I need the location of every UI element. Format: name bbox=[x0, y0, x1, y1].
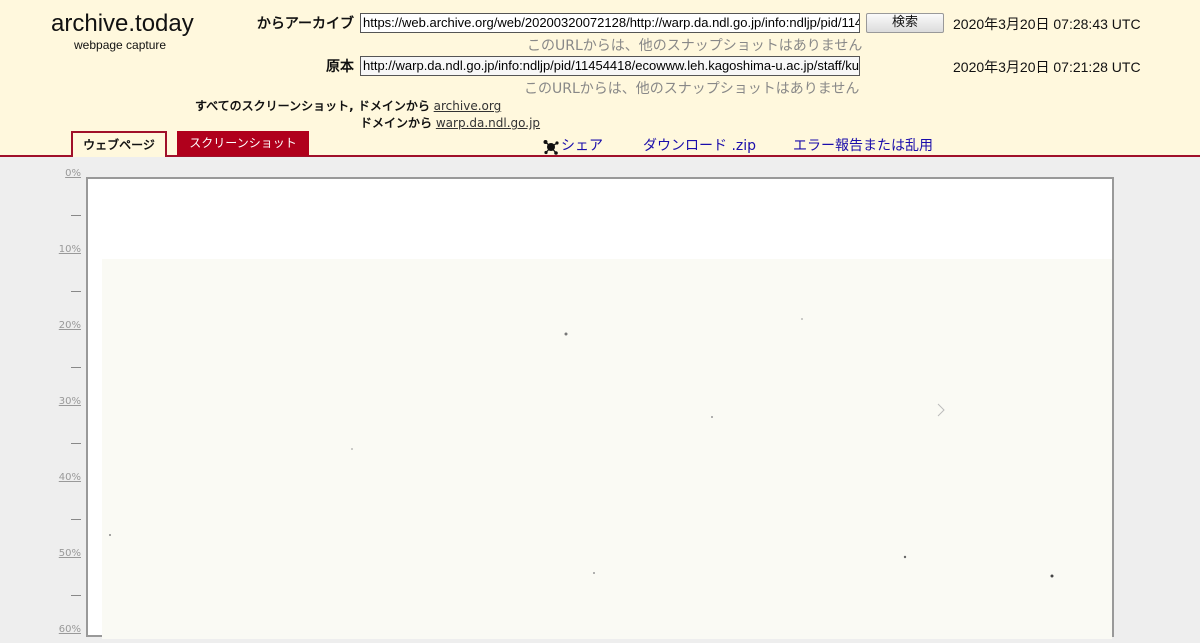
report-error-link[interactable]: エラー報告または乱用 bbox=[793, 135, 933, 155]
download-zip-link[interactable]: ダウンロード .zip bbox=[643, 135, 756, 155]
paper-speckles bbox=[109, 318, 1054, 578]
ruler-mark-10[interactable]: 10% bbox=[59, 244, 81, 255]
ruler-mark-50[interactable]: 50% bbox=[59, 548, 81, 559]
screenshots-domain-line-2: ドメインから warp.da.ndl.go.jp bbox=[360, 114, 540, 131]
original-url-input[interactable]: http://warp.da.ndl.go.jp/info:ndljp/pid/… bbox=[360, 56, 860, 76]
site-tagline: webpage capture bbox=[74, 38, 167, 52]
ruler-tick bbox=[71, 443, 81, 444]
archived-no-snapshots-note: このURLからは、他のスナップショットはありません bbox=[527, 38, 863, 54]
archived-timestamp: 2020年3月20日 07:28:43 UTC bbox=[953, 16, 1141, 32]
archived-url-input[interactable]: https://web.archive.org/web/202003200721… bbox=[360, 13, 860, 33]
ruler-tick bbox=[71, 291, 81, 292]
share-icon[interactable] bbox=[543, 139, 559, 155]
page-ruler: 0% 10% 20% 30% 40% 50% 60% bbox=[0, 157, 86, 635]
screenshots-domain-prefix: すべてのスクリーンショット, ドメインから bbox=[195, 99, 430, 113]
search-button[interactable]: 検索 bbox=[866, 13, 944, 33]
ruler-mark-0[interactable]: 0% bbox=[65, 168, 81, 179]
ruler-mark-40[interactable]: 40% bbox=[59, 472, 81, 483]
site-logo[interactable]: archive.today bbox=[51, 10, 194, 38]
original-timestamp: 2020年3月20日 07:21:28 UTC bbox=[953, 59, 1141, 75]
ruler-mark-30[interactable]: 30% bbox=[59, 396, 81, 407]
ruler-mark-20[interactable]: 20% bbox=[59, 320, 81, 331]
ruler-tick bbox=[71, 215, 81, 216]
original-label: 原本 bbox=[326, 59, 354, 75]
ruler-tick bbox=[71, 519, 81, 520]
archived-from-label: からアーカイブ bbox=[256, 16, 354, 32]
share-link[interactable]: シェア bbox=[561, 135, 603, 155]
screenshots-domain-line: すべてのスクリーンショット, ドメインから archive.org bbox=[195, 97, 501, 114]
ruler-tick bbox=[71, 595, 81, 596]
ruler-tick bbox=[71, 367, 81, 368]
header-bar: archive.today webpage capture からアーカイブ ht… bbox=[0, 0, 1200, 157]
domain-link-archive-org[interactable]: archive.org bbox=[434, 99, 502, 113]
domain-prefix: ドメインから bbox=[360, 116, 433, 130]
domain-link-warp[interactable]: warp.da.ndl.go.jp bbox=[436, 116, 540, 130]
original-no-snapshots-note: このURLからは、他のスナップショットはありません bbox=[524, 81, 860, 97]
tab-webpage[interactable]: ウェブページ bbox=[71, 131, 167, 157]
scanned-page-image bbox=[102, 259, 1112, 639]
tab-screenshot[interactable]: スクリーンショット bbox=[177, 131, 309, 156]
